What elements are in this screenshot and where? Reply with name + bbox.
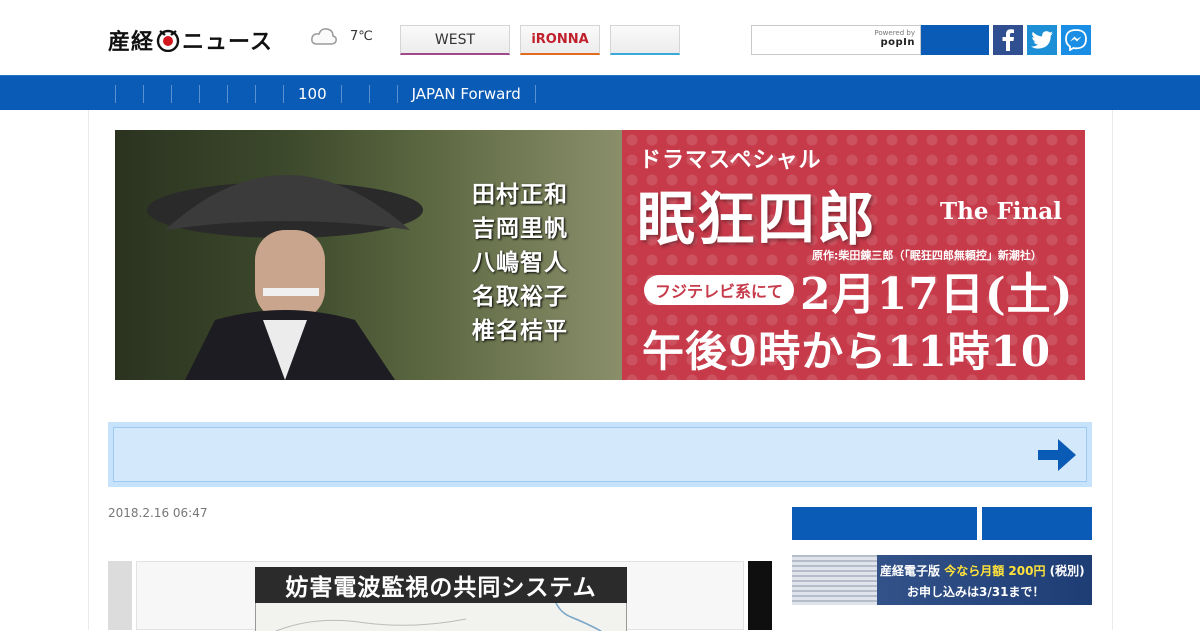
- banner-photo: 田村正和 吉岡里帆 八嶋智人 名取裕子 椎名桔平: [115, 130, 622, 380]
- cast-name: 名取裕子: [472, 283, 568, 310]
- site-header: 産経 ニュース 7℃ WEST iRONNA Powered by popIn: [0, 0, 1200, 75]
- twitter-share-button[interactable]: [1027, 25, 1057, 55]
- tab-west[interactable]: WEST: [400, 25, 510, 55]
- messenger-icon: [1065, 29, 1087, 51]
- drama-air-time: 午後9時から11時10分: [642, 327, 1052, 376]
- nav-item-9[interactable]: [342, 76, 369, 111]
- drama-banner-ad[interactable]: 田村正和 吉岡里帆 八嶋智人 名取裕子 椎名桔平 ドラマスペシャル 眠狂四郎 T…: [115, 130, 1085, 380]
- nav-item-6[interactable]: [228, 76, 255, 111]
- logo-mark-icon: [156, 28, 180, 53]
- search-input[interactable]: Powered by popIn: [751, 25, 921, 55]
- article-image[interactable]: 妨害電波監視の共同システム: [136, 561, 744, 632]
- cast-name: 吉岡里帆: [472, 215, 568, 242]
- drama-network-badge: フジテレビ系にて: [644, 275, 794, 305]
- cast-name: 田村正和: [472, 181, 568, 208]
- messenger-share-button[interactable]: [1061, 25, 1091, 55]
- powered-by-popin: Powered by popIn: [874, 29, 915, 48]
- sankei-digital-ad[interactable]: 産経電子版 今なら月額 200円 (税別) お申し込みは3/31まで！: [792, 555, 1092, 605]
- nav-item-100[interactable]: 100: [284, 76, 341, 111]
- map-area: [255, 602, 627, 632]
- logo-text-left: 産経: [108, 30, 155, 55]
- search-button[interactable]: [921, 25, 989, 55]
- tab-third-site[interactable]: [610, 25, 680, 55]
- facebook-share-button[interactable]: [993, 25, 1023, 55]
- map-title: 妨害電波監視の共同システム: [255, 567, 627, 603]
- arrow-right-icon: [1038, 439, 1076, 471]
- nav-item-10[interactable]: [370, 76, 397, 111]
- cast-name: 椎名桔平: [472, 317, 568, 344]
- ad-headline: 産経電子版 今なら月額 200円 (税別): [880, 564, 1085, 578]
- temperature: 7℃: [350, 28, 373, 44]
- sankei-news-logo[interactable]: 産経 ニュース: [108, 24, 273, 56]
- nav-item-7[interactable]: [256, 76, 283, 111]
- drama-air-date: 2月17日(土): [800, 269, 1074, 320]
- nav-item-4[interactable]: [172, 76, 199, 111]
- article-image-carousel: 妨害電波監視の共同システム: [108, 561, 772, 632]
- carousel-prev-button[interactable]: [108, 561, 132, 630]
- drama-title-suffix: The Final: [940, 198, 1062, 225]
- logo-text-right: ニュース: [182, 30, 273, 55]
- promo-bar[interactable]: [108, 422, 1092, 487]
- nav-item-2[interactable]: [116, 76, 143, 111]
- tab-ironna[interactable]: iRONNA: [520, 25, 600, 55]
- ad-deadline: お申し込みは3/31まで！: [907, 585, 1045, 599]
- cloud-icon: [310, 26, 338, 46]
- carousel-next-button[interactable]: [748, 561, 772, 630]
- nav-item-1[interactable]: [88, 76, 115, 111]
- weather-widget[interactable]: 7℃: [310, 26, 373, 46]
- nav-item-japan-forward[interactable]: JAPAN Forward: [398, 76, 535, 111]
- sidebar-button-left[interactable]: [792, 507, 977, 540]
- banner-info-panel: ドラマスペシャル 眠狂四郎 The Final 原作:柴田錬三郎（「眠狂四郎無頼…: [622, 130, 1085, 380]
- sidebar-button-right[interactable]: [982, 507, 1092, 540]
- banner-cast-list: 田村正和 吉岡里帆 八嶋智人 名取裕子 椎名桔平: [472, 180, 568, 346]
- samurai-figure-image: [147, 175, 423, 380]
- cast-name: 八嶋智人: [472, 249, 568, 276]
- drama-title: 眠狂四郎: [637, 185, 878, 253]
- facebook-icon: [1002, 29, 1014, 51]
- nav-item-5[interactable]: [200, 76, 227, 111]
- article-date: 2018.2.16 06:47: [108, 506, 208, 520]
- twitter-icon: [1031, 31, 1053, 49]
- nav-item-3[interactable]: [144, 76, 171, 111]
- popin-brand: popIn: [880, 37, 915, 48]
- map-outline: [275, 602, 602, 632]
- drama-special-label: ドラマスペシャル: [639, 148, 822, 173]
- newspaper-image: [792, 555, 877, 605]
- main-nav: 100 JAPAN Forward: [0, 75, 1200, 110]
